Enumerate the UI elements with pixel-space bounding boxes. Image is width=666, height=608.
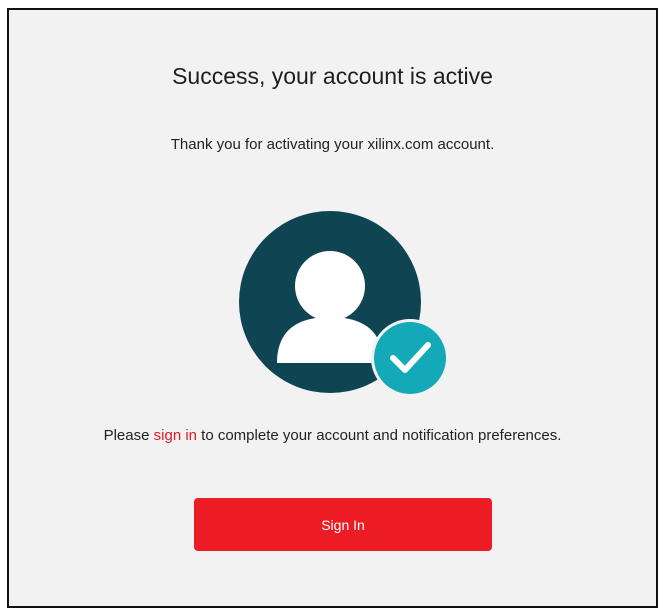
signin-prompt: Please sign in to complete your account … <box>9 427 656 444</box>
sign-in-button[interactable]: Sign In <box>194 498 492 551</box>
activation-panel: Success, your account is active Thank yo… <box>7 8 658 608</box>
sign-in-link[interactable]: sign in <box>154 427 197 444</box>
user-avatar-icon <box>239 211 449 397</box>
page-title: Success, your account is active <box>172 63 493 89</box>
prompt-text-after: to complete your account and notificatio… <box>197 427 562 444</box>
account-illustration <box>239 211 451 401</box>
checkmark-icon <box>371 319 449 397</box>
prompt-text-before: Please <box>103 427 154 444</box>
page-subtitle: Thank you for activating your xilinx.com… <box>170 136 495 153</box>
